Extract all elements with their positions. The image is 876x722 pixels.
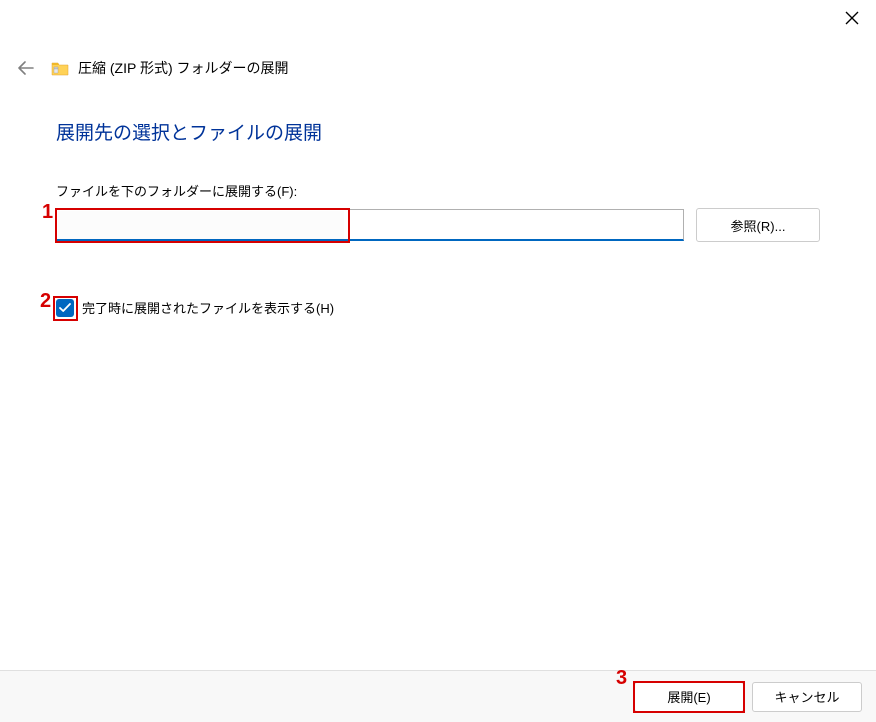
title-bar [0, 0, 876, 36]
show-files-row: 2 完了時に展開されたファイルを表示する(H) [56, 298, 820, 317]
back-button[interactable] [16, 58, 36, 78]
page-heading: 展開先の選択とファイルの展開 [56, 118, 820, 145]
title-group: 圧縮 (ZIP 形式) フォルダーの展開 [50, 58, 289, 78]
checkmark-icon [59, 303, 71, 313]
cancel-button[interactable]: キャンセル [752, 682, 862, 712]
destination-row: 1 参照(R)... [56, 208, 820, 242]
back-arrow-icon [18, 61, 34, 75]
close-icon [845, 11, 859, 25]
wizard-footer: 展開(E) 3 キャンセル [0, 670, 876, 722]
destination-input-wrap: 1 [56, 209, 684, 241]
wizard-header: 圧縮 (ZIP 形式) フォルダーの展開 [0, 36, 876, 78]
annotation-number-3: 3 [616, 667, 627, 690]
zip-folder-icon [50, 58, 70, 78]
close-button[interactable] [842, 8, 862, 28]
wizard-title: 圧縮 (ZIP 形式) フォルダーの展開 [78, 58, 289, 78]
wizard-content: 展開先の選択とファイルの展開 ファイルを下のフォルダーに展開する(F): 1 参… [0, 78, 876, 317]
show-files-checkbox[interactable] [56, 299, 74, 317]
destination-label: ファイルを下のフォルダーに展開する(F): [56, 181, 820, 200]
browse-button[interactable]: 参照(R)... [696, 208, 820, 242]
show-files-label: 完了時に展開されたファイルを表示する(H) [82, 298, 334, 317]
annotation-number-1: 1 [42, 201, 53, 224]
extract-button-label: 展開(E) [667, 690, 710, 705]
extract-button[interactable]: 展開(E) 3 [634, 682, 744, 712]
redaction-overlay [58, 211, 344, 239]
annotation-number-2: 2 [40, 290, 51, 313]
